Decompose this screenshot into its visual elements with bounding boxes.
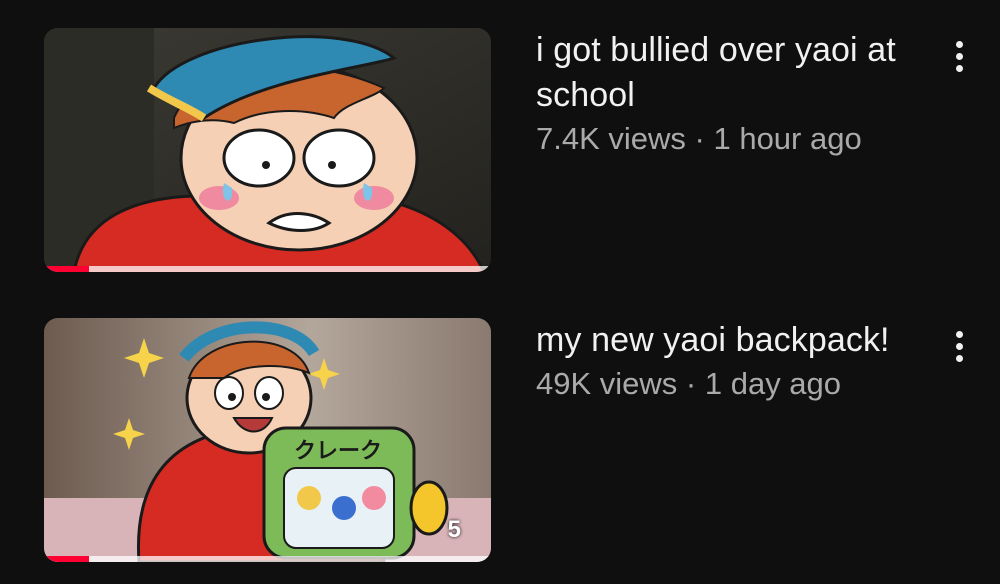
watch-progress-bar (44, 556, 491, 562)
video-title[interactable]: my new yaoi backpack! (536, 318, 916, 363)
view-count: 7.4K views (536, 121, 686, 156)
view-count: 49K views (536, 366, 678, 401)
video-stats: 7.4K views · 1 hour ago (536, 120, 916, 158)
backpack-label: クレーク (294, 439, 382, 464)
upload-age: 1 hour ago (713, 121, 862, 156)
video-item[interactable]: i got bullied over yaoi at school 7.4K v… (0, 28, 1000, 288)
video-title[interactable]: i got bullied over yaoi at school (536, 28, 916, 118)
video-metadata[interactable]: i got bullied over yaoi at school 7.4K v… (536, 28, 916, 158)
video-thumbnail[interactable] (44, 28, 491, 272)
upload-age: 1 day ago (704, 366, 842, 401)
watch-progress-fill (44, 266, 89, 272)
video-stats: 49K views · 1 day ago (536, 365, 916, 403)
separator-dot: · (685, 121, 714, 156)
more-options-icon[interactable] (944, 34, 974, 78)
more-options-icon[interactable] (944, 324, 974, 368)
watch-progress-fill (44, 556, 89, 562)
video-item[interactable]: クレーク 5 my new yaoi backpack! 49K views ·… (0, 318, 1000, 578)
thumbnail-overlay-number: 5 (447, 516, 461, 543)
cartoon-boy-backpack-thumbnail: クレーク (44, 318, 491, 562)
video-thumbnail[interactable]: クレーク 5 (44, 318, 491, 562)
video-metadata[interactable]: my new yaoi backpack! 49K views · 1 day … (536, 318, 916, 403)
video-feed: i got bullied over yaoi at school 7.4K v… (0, 0, 1000, 584)
cartoon-crying-boy-thumbnail (44, 28, 491, 272)
separator-dot: · (677, 366, 705, 401)
watch-progress-bar (44, 266, 491, 272)
